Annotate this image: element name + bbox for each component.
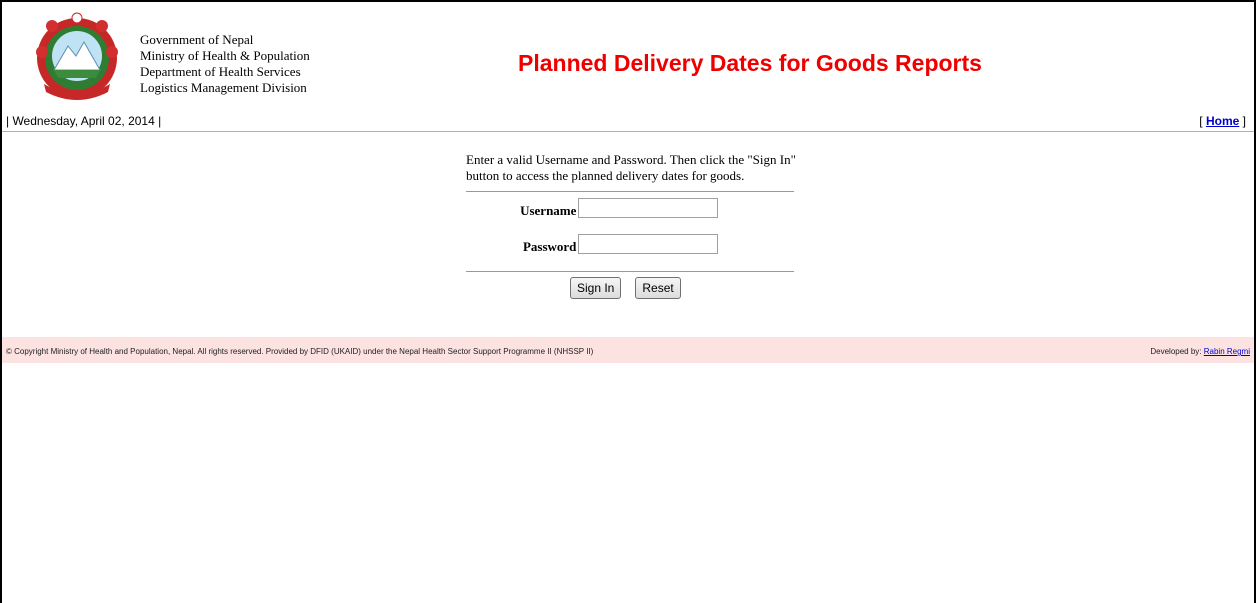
- password-row: Password :: [466, 228, 796, 264]
- government-heading: Government of Nepal Ministry of Health &…: [140, 32, 310, 96]
- home-nav: [ Home ]: [1199, 114, 1246, 128]
- home-bracket-close: ]: [1242, 114, 1246, 128]
- password-label: Password :: [522, 239, 584, 254]
- gov-line-3: Department of Health Services: [140, 64, 301, 79]
- login-buttons: Sign In Reset: [570, 277, 691, 299]
- header: Government of Nepal Ministry of Health &…: [2, 2, 1254, 110]
- reset-button[interactable]: Reset: [635, 277, 681, 299]
- developer-link[interactable]: Rabin Regmi: [1204, 347, 1250, 356]
- username-input[interactable]: [578, 198, 718, 218]
- username-label: Username :: [520, 203, 584, 218]
- developer-credit: Developed by: Rabin Regmi: [1150, 347, 1250, 356]
- login-form: Enter a valid Username and Password. The…: [466, 152, 796, 299]
- password-input[interactable]: [578, 234, 718, 254]
- nepal-emblem-icon: [36, 12, 118, 100]
- footer: © Copyright Ministry of Health and Popul…: [2, 337, 1254, 363]
- developed-by-label: Developed by:: [1150, 347, 1202, 356]
- gov-line-4: Logistics Management Division: [140, 80, 307, 95]
- page-title: Planned Delivery Dates for Goods Reports: [518, 50, 982, 76]
- login-divider-bottom: [466, 271, 794, 272]
- login-instructions: Enter a valid Username and Password. The…: [466, 152, 796, 183]
- copyright-text: © Copyright Ministry of Health and Popul…: [6, 347, 594, 356]
- header-divider: [2, 131, 1254, 132]
- date-bar: | Wednesday, April 02, 2014 | [ Home ]: [2, 112, 1254, 132]
- home-link[interactable]: Home: [1206, 114, 1239, 128]
- current-date: | Wednesday, April 02, 2014 |: [6, 114, 162, 128]
- home-bracket-open: [: [1199, 114, 1203, 128]
- gov-line-2: Ministry of Health & Population: [140, 48, 310, 63]
- sign-in-button[interactable]: Sign In: [570, 277, 622, 299]
- username-row: Username :: [466, 192, 796, 228]
- gov-line-1: Government of Nepal: [140, 32, 254, 47]
